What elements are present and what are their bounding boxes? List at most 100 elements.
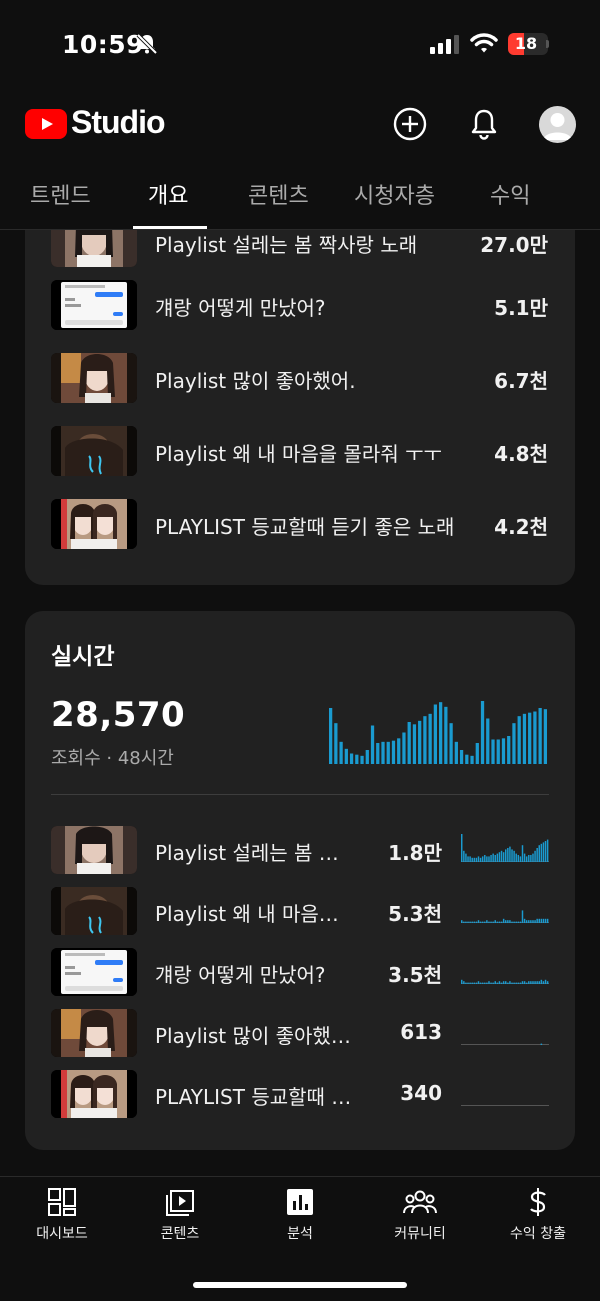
sparkline-bar [502,918,505,923]
sparkline-bar [540,843,543,862]
realtime-card[interactable]: 실시간 28,570 조회수 · 48시간 Playlist 설레는 봄 짝… … [25,611,575,1150]
sparkline-bar [461,920,463,923]
sparkline-bar [469,921,471,923]
sparkline-bar [517,855,520,862]
hourly-bar [522,713,527,764]
hourly-bar [349,753,354,764]
list-item[interactable]: PLAYLIST 등교할때 듣기 좋은 노래 4.2천 [25,499,575,549]
list-item[interactable]: 걔랑 어떻게 만났어? 3.5천 [25,948,575,996]
notifications-bell-icon[interactable] [466,106,502,142]
nav-label: 대시보드 [36,1226,88,1242]
sparkline-bar [471,921,473,923]
nav-content[interactable]: 콘텐츠 [120,1187,240,1247]
sparkline-bar [511,982,513,984]
tab-revenue[interactable]: 수익 [490,178,530,210]
list-item[interactable]: Playlist 왜 내 마음을… 5.3천 [25,887,575,935]
hourly-bar [339,741,343,764]
nav-label: 수익 창출 [510,1226,566,1242]
sparkline-bar [484,855,486,862]
video-thumbnail [51,426,137,476]
studio-logo-text[interactable]: Studio [71,104,166,141]
sparkline-bar [502,981,505,984]
list-item[interactable]: 걔랑 어떻게 만났어? 5.1만 [25,280,575,330]
tab-content[interactable]: 콘텐츠 [248,178,309,210]
create-plus-icon[interactable] [392,106,428,142]
nav-label: 콘텐츠 [160,1226,200,1242]
list-item[interactable]: Playlist 설레는 봄 짝사랑 노래 27.0만 [25,230,575,267]
video-thumbnail [51,887,137,935]
sparkline-bar [525,982,528,984]
sparkline-bar [513,850,515,862]
sparkline-bar [496,921,499,923]
hourly-bar [528,712,532,764]
video-sparkline [461,979,549,984]
nav-analytics[interactable]: 분석 [240,1187,360,1247]
sparkline-bar [477,981,480,984]
sparkline-bar [509,981,511,984]
hourly-bar [370,725,375,764]
sparkline-bar [463,850,465,862]
sparkline-bar [477,920,480,923]
sparkline-bar [540,979,543,984]
sparkline-bar [461,979,463,984]
sparkline-bar [486,920,488,923]
hourly-bar [334,723,338,764]
youtube-play-icon[interactable] [25,109,67,139]
sparkline-bar [505,981,507,984]
tab-overview[interactable]: 개요 [148,178,188,210]
hourly-bar [465,754,469,764]
account-avatar-icon[interactable] [539,106,576,143]
sparkline-bar [500,982,503,984]
list-item[interactable]: Playlist 많이 좋아했어. 613 [25,1009,575,1057]
nav-community[interactable]: 커뮤니티 [360,1187,480,1247]
video-thumbnail [51,948,137,996]
list-item[interactable]: Playlist 많이 좋아했어. 6.7천 [25,353,575,403]
nav-dashboard[interactable]: 대시보드 [2,1187,122,1247]
sparkline-bar [546,981,549,984]
sparkline-bar [488,981,490,984]
hourly-bar [344,748,348,764]
sparkline-bar [513,921,515,923]
sparkline-bar [521,845,524,862]
sparkline-bar [463,981,465,984]
sparkline-bar [461,834,463,862]
sparkline-bar [536,918,538,923]
scroll-area[interactable]: Playlist 설레는 봄 짝사랑 노래 27.0만 걔랑 어떻게 만났어? … [0,230,600,1176]
sparkline-bar [534,981,536,984]
sparkline-bar [481,982,484,984]
hourly-bar [376,743,380,764]
sparkline-bar [519,856,522,862]
sparkline-bar [507,920,509,923]
video-thumbnail [51,353,137,403]
sparkline-bar [500,850,503,862]
tab-trends[interactable]: 트렌드 [30,178,91,210]
hourly-bar [491,739,495,764]
sparkline-bar [505,849,507,862]
realtime-hourly-chart[interactable] [329,699,549,764]
video-thumbnail [51,1070,137,1118]
hourly-bar [496,739,500,764]
hourly-bar [470,755,474,764]
list-item[interactable]: PLAYLIST 등교할때 듣… 340 [25,1070,575,1118]
list-item[interactable]: Playlist 왜 내 마음을 몰라줘 ㅜㅜ 4.8천 [25,426,575,476]
nav-monetization[interactable]: 수익 창출 [478,1187,598,1247]
sparkline-bar [467,856,469,862]
video-realtime-views: 5.3천 [388,902,442,926]
sparkline-bar [525,856,528,862]
sparkline-bar [544,918,547,923]
dollar-icon [530,1188,546,1216]
list-item[interactable]: Playlist 설레는 봄 짝… 1.8만 [25,826,575,874]
sparkline-bar [465,921,467,923]
sparkline-bar [523,853,526,862]
analytics-chart-icon [287,1189,313,1215]
hourly-bar [480,701,485,764]
sparkline-bar [511,849,513,862]
sparkline-bar [471,982,473,984]
sparkline-bar [534,920,536,923]
sparkline-bar [544,841,547,862]
video-sparkline [461,1105,549,1106]
sparkline-bar [517,982,520,984]
nav-label: 커뮤니티 [394,1226,446,1242]
sparkline-bar [521,910,524,923]
tab-audience[interactable]: 시청자층 [354,178,435,210]
